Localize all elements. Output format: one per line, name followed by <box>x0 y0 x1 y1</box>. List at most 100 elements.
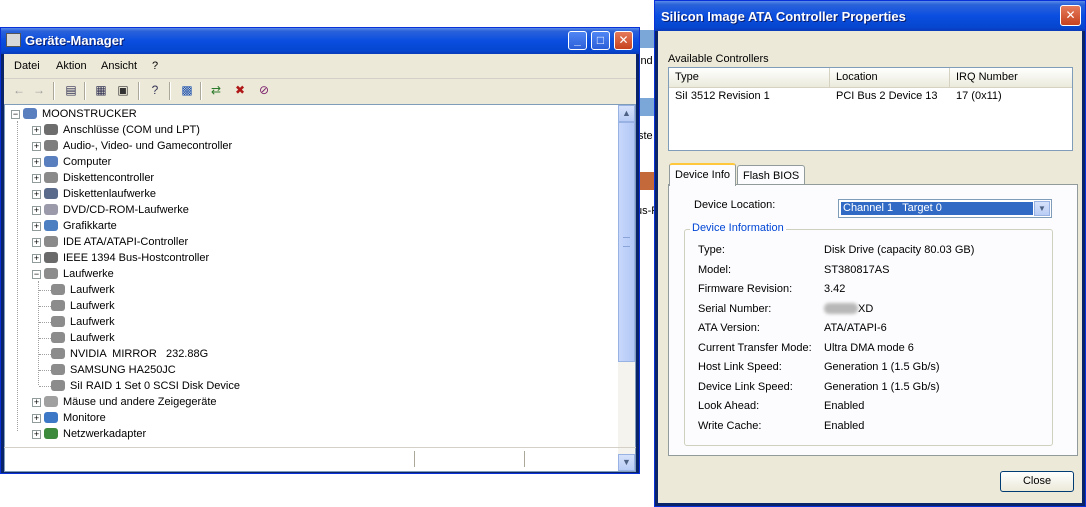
menu-help[interactable]: ? <box>152 60 158 72</box>
device-tree[interactable]: − MOONSTRUCKER + Anschlüsse (COM und LPT) + A… <box>4 104 636 472</box>
expand-icon[interactable]: + <box>32 398 41 407</box>
tree-item[interactable]: + Netzwerkadapter <box>5 426 605 442</box>
close-button[interactable]: ✕ <box>614 31 633 50</box>
expand-icon[interactable]: + <box>32 126 41 135</box>
tree-item-label: NVIDIA MIRROR 232.88G <box>70 348 209 360</box>
tree-item[interactable]: + Mäuse und andere Zeigegeräte <box>5 394 605 410</box>
tree-item-label: Anschlüsse (COM und LPT) <box>63 124 200 136</box>
info-label: Device Link Speed: <box>698 380 793 393</box>
tree-subitem[interactable]: Laufwerk <box>5 314 605 330</box>
info-label: Model: <box>698 263 732 276</box>
tree-item[interactable]: + IEEE 1394 Bus-Hostcontroller <box>5 250 605 266</box>
tree-item[interactable]: + IDE ATA/ATAPI-Controller <box>5 234 605 250</box>
controller-type[interactable]: SiI 3512 Revision 1 <box>675 90 770 102</box>
tree-subitem[interactable]: Laufwerk <box>5 282 605 298</box>
properties-dialog: Silicon Image ATA Controller Properties … <box>654 0 1086 507</box>
tree-item-label: Diskettenlaufwerke <box>63 188 156 200</box>
tree-item[interactable]: + Diskettencontroller <box>5 170 605 186</box>
network-icon <box>44 428 58 439</box>
expand-icon[interactable]: + <box>32 206 41 215</box>
device-info-panel: Device Location: Channel 1 Target 0 ▼ De… <box>668 184 1078 456</box>
menu-datei[interactable]: Datei <box>14 60 40 72</box>
tab-device-info[interactable]: Device Info <box>669 163 737 186</box>
tree-item[interactable]: + DVD/CD-ROM-Laufwerke <box>5 202 605 218</box>
title-bar[interactable]: Geräte-Manager _ □ ✕ <box>1 28 639 54</box>
print-icon[interactable]: ▣ <box>114 82 132 98</box>
tree-item[interactable]: + Audio-, Video- und Gamecontroller <box>5 138 605 154</box>
console-tree-icon[interactable]: ▤ <box>62 82 80 98</box>
tree-item[interactable]: + Anschlüsse (COM und LPT) <box>5 122 605 138</box>
help-icon[interactable]: ? <box>146 82 164 98</box>
tree-connector <box>39 322 51 323</box>
port-icon <box>44 124 58 135</box>
info-label: Write Cache: <box>698 419 762 432</box>
controller-icon <box>44 172 58 183</box>
expand-icon[interactable]: + <box>32 190 41 199</box>
tree-subitem[interactable]: SAMSUNG HA250JC <box>5 362 605 378</box>
minimize-button[interactable]: _ <box>568 31 587 50</box>
collapse-icon[interactable]: − <box>11 110 20 119</box>
info-value: ATA/ATAPI-6 <box>824 322 887 334</box>
tree-subitem[interactable]: Laufwerk <box>5 330 605 346</box>
tree-item[interactable]: + Monitore <box>5 410 605 426</box>
mouse-icon <box>44 396 58 407</box>
menu-aktion[interactable]: Aktion <box>56 60 87 72</box>
tree-item[interactable]: + Diskettenlaufwerke <box>5 186 605 202</box>
properties-icon[interactable]: ▦ <box>92 82 110 98</box>
menu-ansicht[interactable]: Ansicht <box>101 60 137 72</box>
tree-item[interactable]: + Grafikkarte <box>5 218 605 234</box>
tree-item-label: Netzwerkadapter <box>63 428 147 440</box>
title-bar[interactable]: Silicon Image ATA Controller Properties … <box>655 1 1085 31</box>
scroll-thumb[interactable] <box>618 122 635 362</box>
uninstall-device-icon[interactable]: ⊘ <box>255 82 273 98</box>
close-button[interactable]: Close <box>1000 471 1074 492</box>
expand-icon[interactable]: + <box>32 174 41 183</box>
dialog-title: Silicon Image ATA Controller Properties <box>661 9 906 24</box>
close-icon[interactable]: ✕ <box>1060 5 1081 26</box>
disk-icon <box>51 300 65 311</box>
tree-subitem[interactable]: Laufwerk <box>5 298 605 314</box>
column-header-type[interactable]: Type <box>669 68 830 87</box>
collapse-icon[interactable]: − <box>32 270 41 279</box>
device-location-select[interactable]: Channel 1 Target 0 ▼ <box>838 199 1052 218</box>
info-value: ST380817AS <box>824 263 890 276</box>
tree-item[interactable]: − Laufwerke <box>5 266 605 282</box>
expand-icon[interactable]: + <box>32 254 41 263</box>
serial-suffix: XD <box>858 302 874 315</box>
disable-device-icon[interactable]: ✖ <box>231 82 249 98</box>
tree-item-label: Laufwerk <box>70 332 115 344</box>
info-label: Host Link Speed: <box>698 361 782 373</box>
controller-location[interactable]: PCI Bus 2 Device 13 <box>836 90 938 102</box>
expand-icon[interactable]: + <box>32 142 41 151</box>
expand-icon[interactable]: + <box>32 238 41 247</box>
column-header-location[interactable]: Location <box>830 68 950 87</box>
info-label: Look Ahead: <box>698 400 760 412</box>
tab-flash-bios[interactable]: Flash BIOS <box>737 165 806 185</box>
tree-subitem[interactable]: SiI RAID 1 Set 0 SCSI Disk Device <box>5 378 605 394</box>
scan-hardware-icon[interactable]: ▩ <box>178 82 196 98</box>
maximize-button[interactable]: □ <box>591 31 610 50</box>
expand-icon[interactable]: + <box>32 222 41 231</box>
controller-irq[interactable]: 17 (0x11) <box>956 90 1002 102</box>
toolbar: ← → ▤ ▦ ▣ ? ▩ ⇄ ✖ ⊘ <box>4 79 636 103</box>
back-icon[interactable]: ← <box>10 82 28 98</box>
expand-icon[interactable]: + <box>32 414 41 423</box>
column-header-irq[interactable]: IRQ Number <box>950 68 1074 87</box>
chevron-down-icon[interactable]: ▼ <box>1034 201 1050 216</box>
controllers-list[interactable]: Type Location IRQ Number SiI 3512 Revisi… <box>668 67 1073 151</box>
disk-icon <box>51 348 65 359</box>
forward-icon[interactable]: → <box>30 82 48 98</box>
expand-icon[interactable]: + <box>32 158 41 167</box>
status-bar <box>4 447 636 470</box>
expand-icon[interactable]: + <box>32 430 41 439</box>
tree-subitem[interactable]: NVIDIA MIRROR 232.88G <box>5 346 605 362</box>
info-value: Enabled <box>824 419 865 432</box>
tree-connector <box>39 386 51 387</box>
scroll-up-button[interactable]: ▲ <box>618 105 635 122</box>
tree-item-label: Mäuse und andere Zeigegeräte <box>63 396 217 408</box>
firewire-icon <box>44 252 58 263</box>
vertical-scrollbar[interactable]: ▲ ▼ <box>618 105 635 471</box>
tree-item[interactable]: + Computer <box>5 154 605 170</box>
update-driver-icon[interactable]: ⇄ <box>207 82 225 98</box>
tree-item[interactable]: − MOONSTRUCKER <box>5 106 605 122</box>
